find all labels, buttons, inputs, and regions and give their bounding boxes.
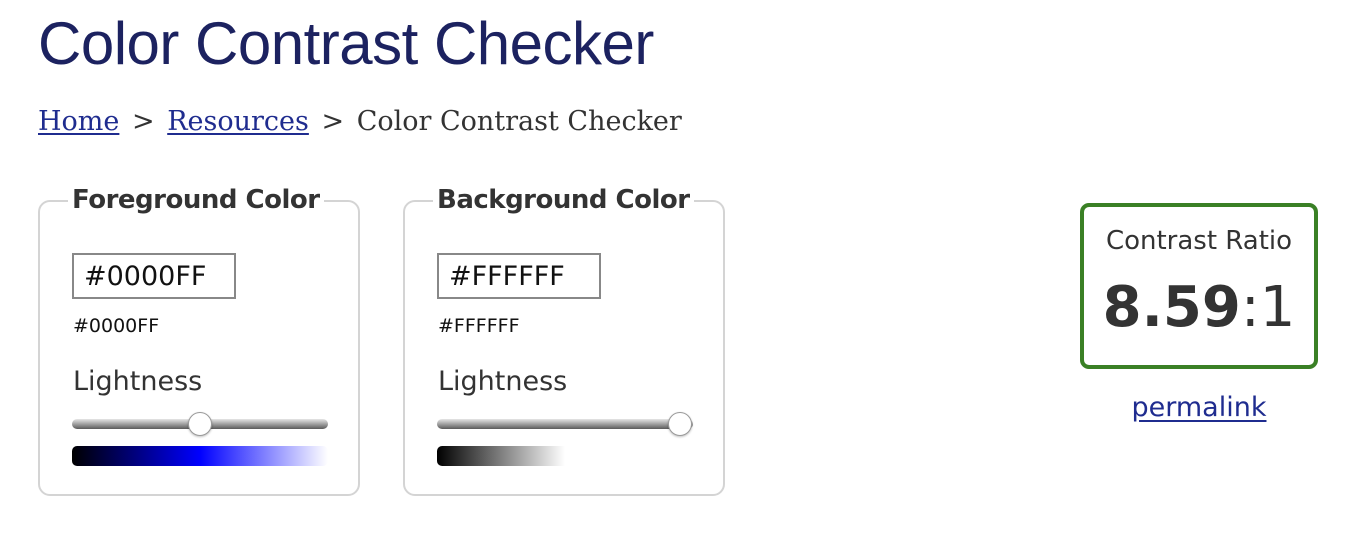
background-slider-thumb[interactable] [668, 412, 693, 436]
background-lightness-label: Lightness [438, 366, 568, 397]
foreground-color-panel: Foreground Color #0000FF Lightness [38, 180, 360, 496]
page-title: Color Contrast Checker [38, 10, 654, 77]
breadcrumb: Home > Resources > Color Contrast Checke… [38, 102, 682, 142]
foreground-hex-readout: #0000FF [73, 315, 160, 337]
breadcrumb-resources-link[interactable]: Resources [167, 106, 309, 137]
breadcrumb-home-link[interactable]: Home [38, 106, 119, 137]
background-slider-track[interactable] [437, 419, 693, 429]
breadcrumb-separator: > [131, 106, 155, 137]
contrast-ratio-number: 8.59 [1102, 275, 1241, 340]
background-lightness-gradient [437, 446, 693, 466]
foreground-lightness-slider[interactable] [72, 412, 328, 438]
foreground-lightness-label: Lightness [73, 366, 203, 397]
background-hex-input[interactable] [437, 253, 601, 299]
background-hex-readout: #FFFFFF [438, 315, 520, 337]
background-color-panel: Background Color #FFFFFF Lightness [403, 180, 725, 496]
contrast-ratio-box: Contrast Ratio 8.59:1 [1080, 203, 1318, 369]
contrast-ratio-suffix: :1 [1240, 275, 1296, 340]
background-lightness-slider[interactable] [437, 412, 693, 438]
background-legend: Background Color [433, 180, 694, 220]
breadcrumb-separator: > [321, 106, 345, 137]
breadcrumb-current: Color Contrast Checker [356, 106, 682, 137]
foreground-legend: Foreground Color [68, 180, 324, 220]
foreground-slider-thumb[interactable] [188, 412, 212, 436]
contrast-ratio-label: Contrast Ratio [1105, 226, 1293, 256]
permalink-container: permalink [1080, 390, 1318, 426]
permalink-link[interactable]: permalink [1132, 392, 1267, 423]
contrast-ratio-value: 8.59:1 [1084, 275, 1314, 341]
foreground-hex-input[interactable] [72, 253, 236, 299]
foreground-lightness-gradient [72, 446, 328, 466]
